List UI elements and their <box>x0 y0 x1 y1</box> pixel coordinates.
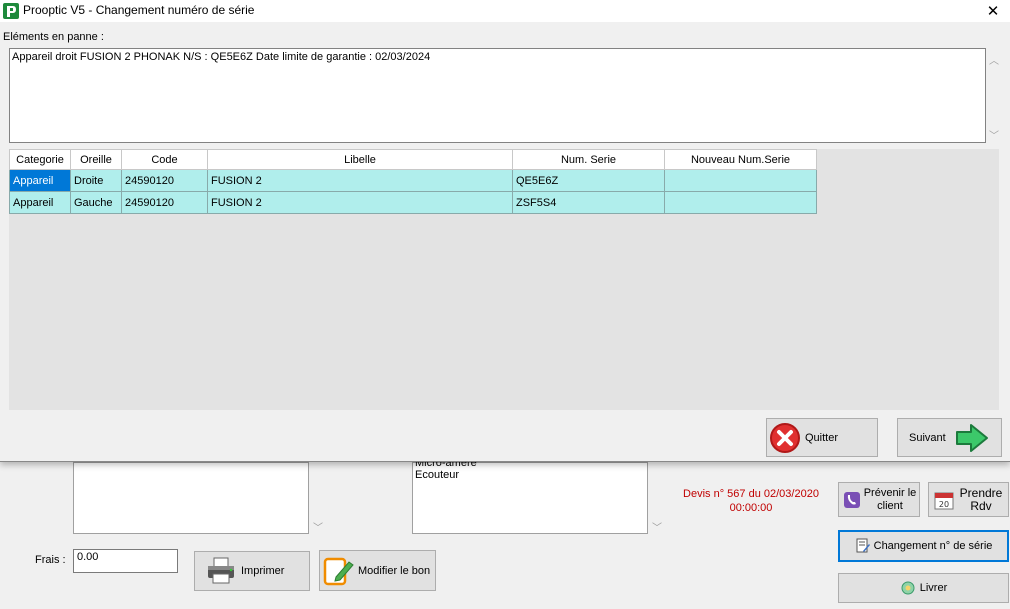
edit-document-icon <box>323 557 354 585</box>
column-header-categorie[interactable]: Categorie <box>9 149 71 170</box>
notify-client-label-line2: client <box>877 499 903 512</box>
quit-button[interactable]: Quitter <box>766 418 878 457</box>
notes-textarea-right[interactable]: Micro-amere Ecouteur <box>412 457 648 534</box>
chevron-down-icon[interactable]: ﹀ <box>313 519 323 534</box>
serial-change-button-label: Changement n° de série <box>873 540 993 552</box>
serial-change-dialog: Prooptic V5 - Changement numéro de série… <box>0 0 1010 462</box>
edit-voucher-button-label: Modifier le bon <box>358 564 431 577</box>
document-edit-icon <box>856 538 870 553</box>
deliver-button[interactable]: Livrer <box>838 573 1009 603</box>
cell-num-serie[interactable]: QE5E6Z <box>512 169 665 192</box>
prooptic-logo-icon <box>3 3 19 19</box>
phone-icon <box>844 491 860 508</box>
cell-categorie[interactable]: Appareil <box>9 169 71 192</box>
chevron-up-icon[interactable]: ︿ <box>989 52 999 67</box>
table-row[interactable]: Appareil Droite 24590120 FUSION 2 QE5E6Z <box>9 169 817 192</box>
next-button-label: Suivant <box>909 431 946 444</box>
frais-label: Frais : <box>35 554 66 566</box>
cell-code[interactable]: 24590120 <box>121 191 208 214</box>
devis-info: Devis n° 567 du 02/03/2020 00:00:00 <box>676 487 826 515</box>
cell-libelle[interactable]: FUSION 2 <box>207 191 513 214</box>
notify-client-button[interactable]: Prévenir le client <box>838 482 920 517</box>
items-table: Categorie Oreille Code Libelle Num. Seri… <box>9 149 817 214</box>
quit-button-label: Quitter <box>805 431 839 444</box>
print-button[interactable]: Imprimer <box>194 551 310 591</box>
svg-text:20: 20 <box>939 500 949 509</box>
devis-time: 00:00:00 <box>729 502 773 514</box>
table-row[interactable]: Appareil Gauche 24590120 FUSION 2 ZSF5S4 <box>9 191 817 214</box>
edit-voucher-button[interactable]: Modifier le bon <box>319 550 436 591</box>
frais-input[interactable]: 0.00 <box>73 549 178 573</box>
next-button[interactable]: Suivant <box>897 418 1002 457</box>
cell-oreille[interactable]: Gauche <box>70 191 122 214</box>
deliver-icon <box>901 581 915 595</box>
appointment-label-line1: Prendre <box>959 485 1003 500</box>
cell-nouveau-num-serie[interactable] <box>664 191 817 214</box>
chevron-down-icon[interactable]: ﹀ <box>652 519 662 534</box>
dialog-titlebar[interactable]: Prooptic V5 - Changement numéro de série… <box>0 0 1010 22</box>
cell-code[interactable]: 24590120 <box>121 169 208 192</box>
faulty-items-text: Appareil droit FUSION 2 PHONAK N/S : QE5… <box>12 51 431 63</box>
notes-textarea-left[interactable] <box>73 462 309 534</box>
arrow-right-icon <box>955 423 988 452</box>
faulty-items-memo[interactable]: Appareil droit FUSION 2 PHONAK N/S : QE5… <box>9 48 986 143</box>
deliver-button-label: Livrer <box>919 582 948 594</box>
close-button[interactable]: ✕ <box>976 0 1010 22</box>
close-icon: ✕ <box>986 3 1000 20</box>
faulty-items-label: Eléments en panne : <box>3 31 104 43</box>
textarea-line: Ecouteur <box>415 469 460 481</box>
column-header-oreille[interactable]: Oreille <box>70 149 122 170</box>
column-header-nouveau-num-serie[interactable]: Nouveau Num.Serie <box>664 149 817 170</box>
notify-client-label-line1: Prévenir le <box>863 486 917 499</box>
print-button-label: Imprimer <box>241 565 285 577</box>
column-header-libelle[interactable]: Libelle <box>207 149 513 170</box>
cell-num-serie[interactable]: ZSF5S4 <box>512 191 665 214</box>
appointment-label-line2: Rdv <box>970 498 992 513</box>
serial-change-button[interactable]: Changement n° de série <box>838 530 1009 562</box>
cell-libelle[interactable]: FUSION 2 <box>207 169 513 192</box>
appointment-button[interactable]: 20 Prendre Rdv <box>928 482 1009 517</box>
items-grid: Categorie Oreille Code Libelle Num. Seri… <box>9 149 999 410</box>
devis-number: Devis n° 567 du 02/03/2020 <box>683 488 819 500</box>
printer-icon <box>208 557 234 584</box>
cell-oreille[interactable]: Droite <box>70 169 122 192</box>
column-header-num-serie[interactable]: Num. Serie <box>512 149 665 170</box>
cancel-icon <box>770 422 800 453</box>
chevron-down-icon[interactable]: ﹀ <box>989 127 999 142</box>
dialog-title: Prooptic V5 - Changement numéro de série <box>23 3 255 17</box>
table-header-row: Categorie Oreille Code Libelle Num. Seri… <box>9 149 817 170</box>
cell-categorie[interactable]: Appareil <box>9 191 71 214</box>
cell-nouveau-num-serie[interactable] <box>664 169 817 192</box>
column-header-code[interactable]: Code <box>121 149 208 170</box>
calendar-icon: 20 <box>934 492 954 509</box>
